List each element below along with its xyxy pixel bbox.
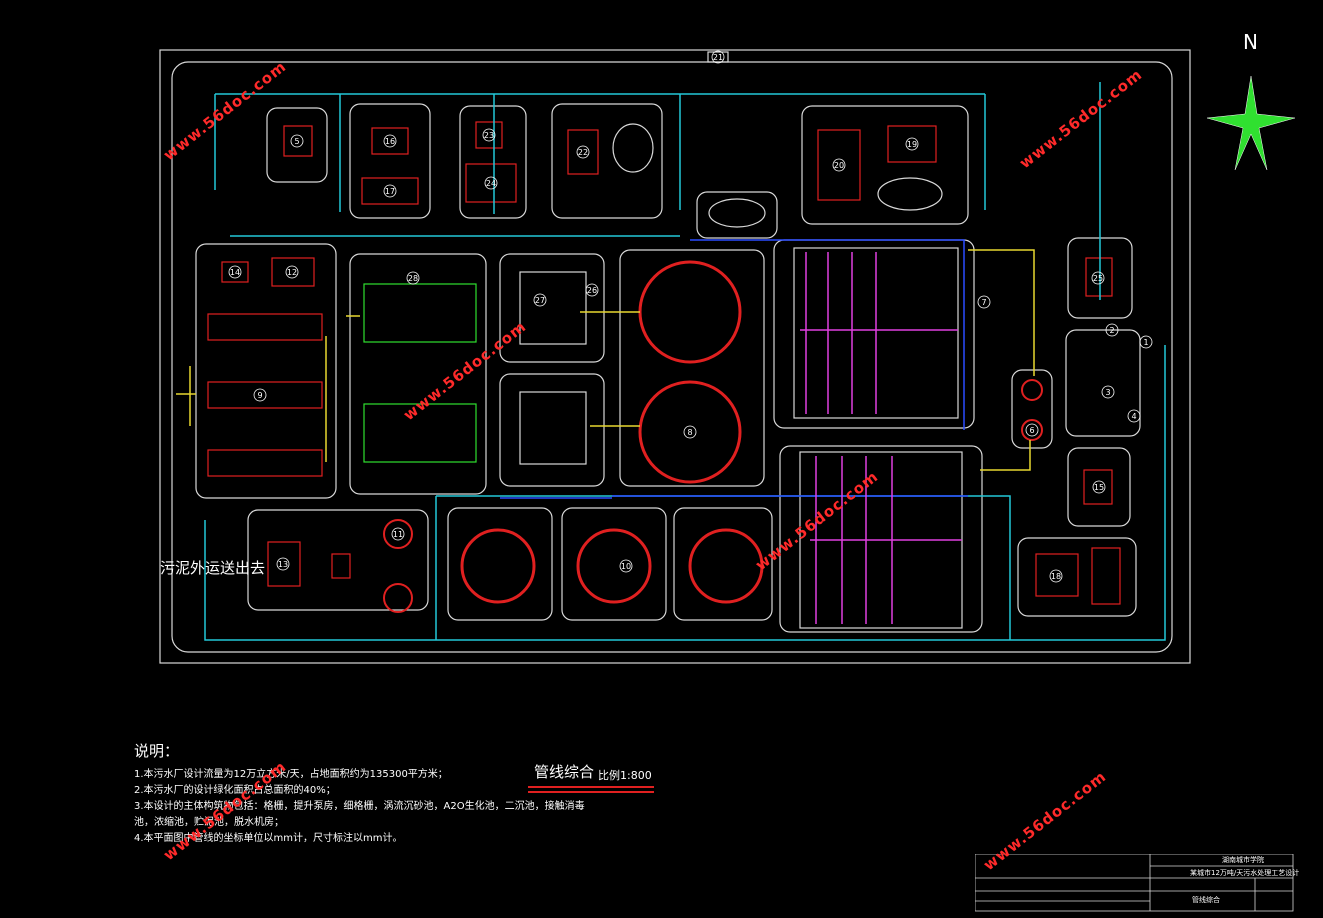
unit-label: 23 — [484, 131, 494, 140]
compass-icon — [1206, 75, 1296, 171]
tank-10c — [688, 528, 764, 604]
tank-9a — [207, 313, 323, 341]
unit-label: 26 — [587, 286, 597, 295]
unit-label: 11 — [393, 530, 403, 539]
unit-label: 10 — [621, 562, 631, 571]
sludge-transport-label: 污泥外运送出去 — [160, 559, 266, 577]
plot-7a — [773, 239, 975, 429]
title-school: 湖南城市学院 — [1222, 856, 1264, 864]
unit-label: 5 — [294, 137, 299, 146]
unit-label: 21 — [713, 53, 723, 62]
pipe-magenta — [800, 252, 962, 624]
plot-grit — [1065, 329, 1141, 437]
north-arrow-label: N — [1243, 30, 1258, 54]
plot-20-19 — [801, 105, 969, 225]
unit-label: 3 — [1105, 388, 1110, 397]
plot-27b — [499, 373, 605, 487]
unit-label: 9 — [257, 391, 262, 400]
unit-label: 4 — [1131, 412, 1136, 421]
pipeline-scale: 比例1:800 — [598, 769, 652, 782]
unit-label: 1 — [1143, 338, 1148, 347]
pipeline-underline-2 — [528, 791, 654, 793]
unit-27a — [519, 271, 587, 345]
building-12b — [331, 553, 351, 579]
plot-8 — [619, 249, 765, 487]
pipe-cyan-bottom — [204, 345, 1166, 641]
unit-label: 25 — [1093, 274, 1103, 283]
unit-label: 15 — [1094, 483, 1104, 492]
pipeline-title: 管线综合 — [534, 763, 595, 781]
tank-10b — [576, 528, 652, 604]
plot-left — [195, 243, 337, 499]
pond-3 — [877, 177, 943, 211]
unit-label: 2 — [1109, 326, 1114, 335]
unit-label: 18 — [1051, 572, 1061, 581]
notes-line-1: 1.本污水厂设计流量为12万立方米/天，占地面积约为135300平方米； — [134, 769, 448, 780]
unit-label: 27 — [535, 296, 545, 305]
notes-heading: 说明： — [134, 742, 180, 760]
unit-27b — [519, 391, 587, 465]
pipeline-underline — [528, 786, 654, 788]
unit-label: 22 — [578, 148, 588, 157]
plot-27a — [499, 253, 605, 363]
unit-label: 14 — [230, 268, 240, 277]
unit-label: 17 — [385, 187, 395, 196]
unit-label: 20 — [834, 161, 844, 170]
pond-1 — [612, 123, 654, 173]
clarifier-8a — [638, 260, 742, 364]
unit-label: 16 — [385, 137, 395, 146]
pipe-cyan-main — [214, 82, 1101, 300]
pond-2 — [708, 198, 766, 228]
green-unit-a — [363, 283, 477, 343]
plot-13 — [247, 509, 429, 611]
tank-10a — [460, 528, 536, 604]
pipe-yellow — [176, 249, 1035, 471]
unit-label: 28 — [408, 274, 418, 283]
unit-label: 19 — [907, 140, 917, 149]
tank-9c — [207, 449, 323, 477]
unit-label: 6 — [1029, 426, 1034, 435]
unit-label: 13 — [278, 560, 288, 569]
unit-label: 24 — [486, 179, 496, 188]
unit-label: 12 — [287, 268, 297, 277]
tank-9b — [207, 381, 323, 409]
building-17b — [1091, 547, 1121, 605]
title-project: 某城市12万吨/天污水处理工艺设计 — [1190, 869, 1300, 877]
title-drawing: 管线综合 — [1192, 896, 1220, 904]
tank-6a — [1021, 379, 1043, 401]
plot-7b — [779, 445, 983, 633]
unit-label: 8 — [687, 428, 692, 437]
unit-label: 7 — [981, 298, 986, 307]
notes-line-3: 3.本设计的主体构筑物包括：格栅，提升泵房，细格栅，涡流沉砂池，A2O生化池，二… — [134, 801, 585, 812]
notes-line-2: 2.本污水厂的设计绿化面积占总面积的40%； — [134, 785, 336, 796]
pipe-blue — [500, 239, 968, 499]
inner-road — [171, 61, 1173, 653]
tank-11b — [383, 583, 413, 613]
